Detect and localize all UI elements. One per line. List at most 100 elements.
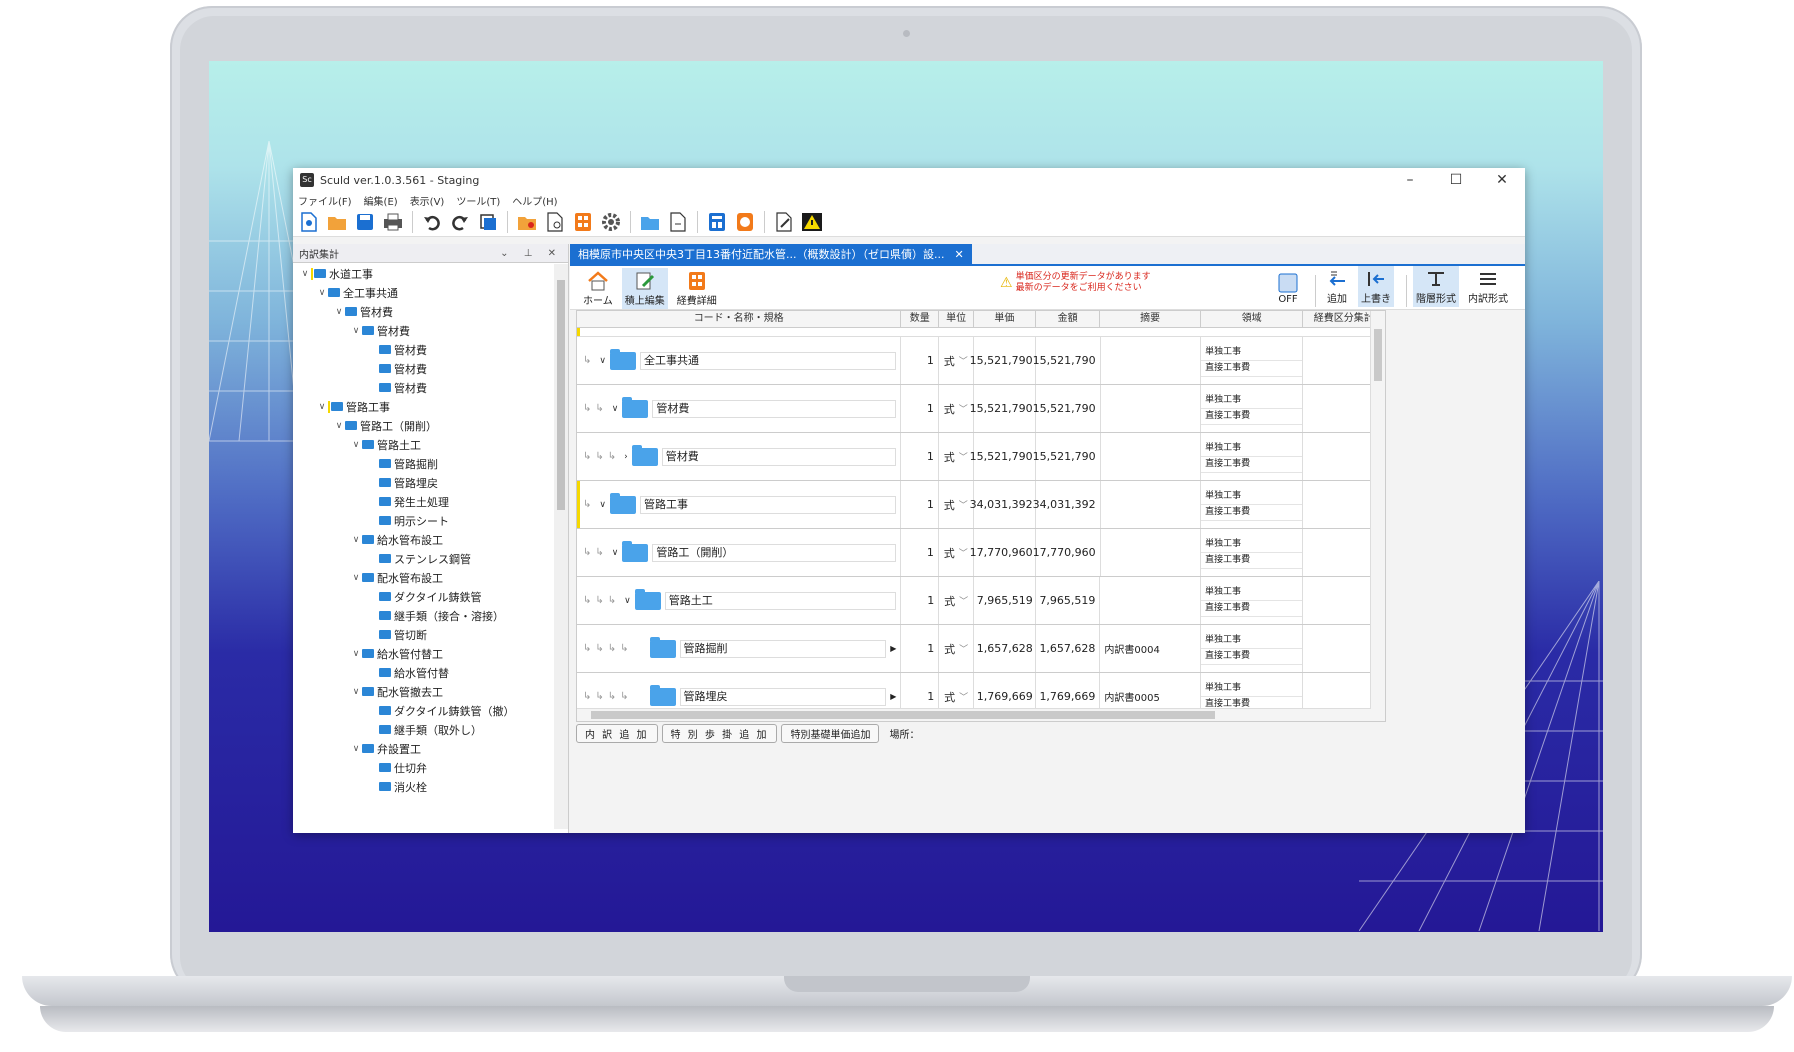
pane-controls[interactable]: ⌄ ⊥ ✕ xyxy=(500,248,562,259)
copy-icon[interactable] xyxy=(477,211,499,233)
note-cell[interactable] xyxy=(1101,337,1202,384)
grid-vertical-scrollbar[interactable] xyxy=(1370,311,1385,721)
dropdown-chevron-icon[interactable]: ﹀ xyxy=(959,690,968,703)
add-breakdown-button[interactable]: 内 訳 追 加 xyxy=(576,724,658,743)
qty-cell[interactable]: 1 xyxy=(901,529,939,576)
table-row[interactable]: ↳↳↳↳ 管路掘削 ▶ 1 式 ﹀ 1,657,628 1,657,628 内訳書0004 単独工… xyxy=(577,625,1385,673)
header-price[interactable]: 単価 xyxy=(974,311,1036,327)
dropdown-chevron-icon[interactable]: ﹀ xyxy=(959,594,968,607)
price-cell[interactable]: 17,770,960 xyxy=(970,529,1036,576)
chevron-right-icon[interactable]: › xyxy=(624,452,628,462)
tree-node[interactable]: 管材費 xyxy=(293,359,553,378)
print-icon[interactable] xyxy=(382,211,404,233)
maximize-button[interactable]: ☐ xyxy=(1433,172,1479,188)
breakdown-view-button[interactable]: 内訳形式 xyxy=(1465,266,1511,307)
table-row[interactable]: ↳↳↳ › 管材費 1 式 ﹀ 15,521,790 15,521,790 単独工事 直接工事費 xyxy=(577,433,1385,481)
note-cell[interactable] xyxy=(1100,577,1201,624)
menu-view[interactable]: 表示(V) xyxy=(410,193,445,208)
dropdown-chevron-icon[interactable]: ﹀ xyxy=(959,498,968,511)
tree-node[interactable]: ∨ 配水管布設工 xyxy=(293,568,553,587)
tree-node[interactable]: ∨ 管材費 xyxy=(293,302,553,321)
tree-node[interactable]: 発生土処理 xyxy=(293,492,553,511)
amount-cell[interactable]: 7,965,519 xyxy=(1036,577,1101,624)
tree-node[interactable]: ∨ 弁設置工 xyxy=(293,739,553,758)
calculator-icon[interactable] xyxy=(572,211,594,233)
chevron-down-icon[interactable]: ∨ xyxy=(624,596,631,606)
header-amount[interactable]: 金額 xyxy=(1036,311,1101,327)
price-cell[interactable]: 1,657,628 xyxy=(974,625,1036,672)
document-search-icon[interactable] xyxy=(544,211,566,233)
new-file-icon[interactable] xyxy=(298,211,320,233)
open-folder-icon[interactable] xyxy=(326,211,348,233)
qty-cell[interactable]: 1 xyxy=(901,481,939,528)
unit-cell[interactable]: 式 ﹀ xyxy=(939,529,974,576)
price-cell[interactable]: 7,965,519 xyxy=(974,577,1036,624)
dropdown-chevron-icon[interactable]: ﹀ xyxy=(959,402,968,415)
area-cell[interactable]: 単独工事 直接工事費 xyxy=(1201,433,1304,480)
note-cell[interactable] xyxy=(1101,433,1202,480)
hierarchy-view-button[interactable]: 階層形式 xyxy=(1413,266,1459,307)
name-cell[interactable]: ↳↳ ∨ 管材費 xyxy=(577,385,902,432)
qty-cell[interactable]: 1 xyxy=(901,433,939,480)
area-cell[interactable]: 単独工事 直接工事費 xyxy=(1200,625,1304,672)
chevron-down-icon[interactable]: ∨ xyxy=(612,404,619,414)
play-arrow-icon[interactable]: ▶ xyxy=(890,644,896,653)
chevron-down-icon[interactable]: ∨ xyxy=(350,535,362,545)
table-row[interactable]: ↳↳↳ ∨ 管路土工 1 式 ﹀ 7,965,519 7,965,519 単独工事 直接工事費 xyxy=(577,577,1385,625)
price-icon[interactable] xyxy=(734,211,756,233)
amount-cell[interactable]: 1,657,628 xyxy=(1036,625,1101,672)
item-name[interactable]: 管路工事 xyxy=(639,495,897,514)
tree-node[interactable]: ∨ 管路工（開削） xyxy=(293,416,553,435)
name-cell[interactable]: ↳↳ ∨ 管路工（開削） xyxy=(577,529,902,576)
chevron-down-icon[interactable]: ∨ xyxy=(333,421,345,431)
price-cell[interactable]: 15,521,790 xyxy=(970,337,1036,384)
table-row[interactable]: ↳ ∨ 全工事共通 1 式 ﹀ 15,521,790 15,521,790 単独工事 直接工事費 xyxy=(577,337,1385,385)
add-button[interactable]: 追加 xyxy=(1322,266,1352,307)
note-cell[interactable] xyxy=(1101,481,1202,528)
header-note[interactable]: 摘要 xyxy=(1100,311,1201,327)
amount-cell[interactable]: 17,770,960 xyxy=(1033,529,1101,576)
chevron-down-icon[interactable]: ∨ xyxy=(599,356,606,366)
close-tab-icon[interactable]: ✕ xyxy=(954,248,963,261)
document-export-icon[interactable] xyxy=(667,211,689,233)
table-row[interactable]: ↳↳ ∨ 管路工（開削） 1 式 ﹀ 17,770,960 17,770,960 単独工事 直接工… xyxy=(577,529,1385,577)
area-cell[interactable]: 単独工事 直接工事費 xyxy=(1201,481,1304,528)
chevron-down-icon[interactable]: ∨ xyxy=(350,744,362,754)
folder-blue-icon[interactable] xyxy=(639,211,661,233)
note-cell[interactable] xyxy=(1101,529,1202,576)
close-button[interactable]: ✕ xyxy=(1479,172,1525,188)
folder-export-icon[interactable] xyxy=(516,211,538,233)
tree-node[interactable]: ∨ 水道工事 xyxy=(293,264,553,283)
item-name[interactable]: 管材費 xyxy=(661,447,897,466)
chevron-down-icon[interactable]: ∨ xyxy=(350,326,362,336)
tree-node[interactable]: ∨ 管材費 xyxy=(293,321,553,340)
tree-node[interactable]: 管路埋戻 xyxy=(293,473,553,492)
name-cell[interactable]: ↳↳↳↳ 管路掘削 ▶ xyxy=(577,625,902,672)
price-cell[interactable]: 15,521,790 xyxy=(970,433,1036,480)
tree-node[interactable]: 継手類（接合・溶接） xyxy=(293,606,553,625)
tree-node[interactable]: 管切断 xyxy=(293,625,553,644)
save-icon[interactable] xyxy=(354,211,376,233)
undo-icon[interactable] xyxy=(421,211,443,233)
chevron-down-icon[interactable]: ∨ xyxy=(350,440,362,450)
chevron-down-icon[interactable]: ∨ xyxy=(316,402,328,412)
tree-node[interactable]: ∨ 管路土工 xyxy=(293,435,553,454)
tree-node[interactable]: 管路掘削 xyxy=(293,454,553,473)
menu-help[interactable]: ヘルプ(H) xyxy=(512,193,557,208)
qty-cell[interactable]: 1 xyxy=(901,385,939,432)
amount-cell[interactable]: 34,031,392 xyxy=(1033,481,1101,528)
qty-cell[interactable]: 1 xyxy=(901,577,940,624)
tree-node[interactable]: 管材費 xyxy=(293,340,553,359)
dropdown-chevron-icon[interactable]: ﹀ xyxy=(959,450,968,463)
unit-cell[interactable]: 式 ﹀ xyxy=(939,337,974,384)
unit-cell[interactable]: 式 ﹀ xyxy=(939,577,975,624)
amount-cell[interactable]: 15,521,790 xyxy=(1033,337,1101,384)
dropdown-chevron-icon[interactable]: ﹀ xyxy=(959,642,968,655)
table-row[interactable]: ↳ ∨ 管路工事 1 式 ﹀ 34,031,392 34,031,392 単独工事 直接工事費 xyxy=(577,481,1385,529)
menu-edit[interactable]: 編集(E) xyxy=(364,193,398,208)
area-cell[interactable]: 単独工事 直接工事費 xyxy=(1201,337,1304,384)
amount-cell[interactable]: 15,521,790 xyxy=(1033,433,1101,480)
price-cell[interactable]: 15,521,790 xyxy=(970,385,1036,432)
unit-cell[interactable]: 式 ﹀ xyxy=(939,385,974,432)
tree-node[interactable]: 消火栓 xyxy=(293,777,553,796)
